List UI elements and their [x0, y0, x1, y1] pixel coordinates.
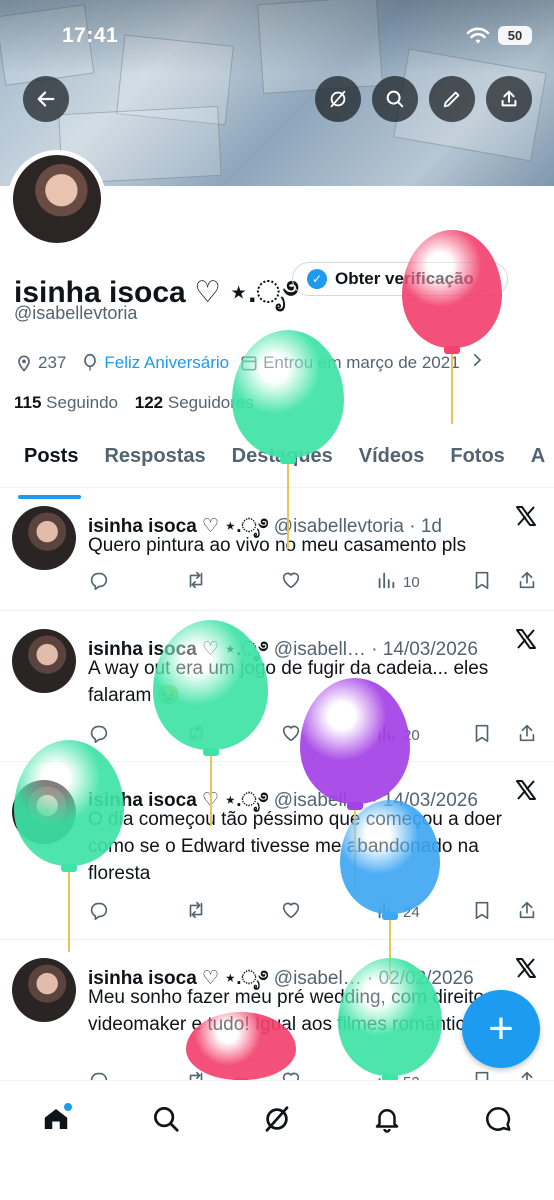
messages-icon — [486, 1107, 511, 1131]
balloon-decoration — [338, 958, 442, 1096]
pencil-icon — [443, 91, 460, 108]
bookmark-icon — [471, 722, 493, 748]
battery-indicator: 50 — [498, 26, 532, 45]
reply-icon — [88, 569, 110, 595]
heart-icon — [280, 722, 302, 748]
post-avatar[interactable] — [12, 958, 76, 1022]
search-profile-button[interactable] — [372, 76, 418, 122]
tab-replies-label: Respostas — [104, 445, 206, 467]
wifi-icon — [466, 27, 490, 43]
tab-photos[interactable]: Fotos — [437, 438, 517, 487]
post-avatar[interactable] — [12, 506, 76, 570]
repost-button[interactable] — [185, 570, 207, 594]
tab-videos-label: Vídeos — [358, 445, 425, 467]
tab-replies[interactable]: Respostas — [91, 438, 218, 487]
nav-notifications[interactable] — [369, 1101, 405, 1137]
status-time: 17:41 — [62, 24, 119, 47]
post-actions: 24 — [88, 900, 538, 924]
bell-icon — [375, 1109, 399, 1133]
birthday-link[interactable]: Feliz Aniversário — [104, 353, 229, 373]
reply-button[interactable] — [88, 570, 110, 594]
balloon-decoration — [340, 800, 440, 984]
verified-badge-icon: ✓ — [307, 269, 327, 289]
location-icon — [14, 353, 34, 373]
balloon-decoration — [153, 620, 268, 830]
compose-button[interactable]: + — [462, 990, 540, 1068]
balloon-decoration — [14, 740, 124, 956]
tab-posts[interactable]: Posts — [0, 438, 91, 499]
bookmark-button[interactable] — [471, 570, 493, 594]
nav-messages[interactable] — [480, 1101, 516, 1137]
x-logo-icon — [516, 958, 536, 978]
back-button[interactable] — [23, 76, 69, 122]
bookmark-icon — [471, 899, 493, 925]
grok-icon — [265, 1106, 289, 1132]
repost-icon — [185, 899, 207, 925]
share-icon — [516, 569, 538, 595]
nav-home[interactable] — [38, 1101, 74, 1137]
share-post-button[interactable] — [516, 900, 538, 924]
tab-videos[interactable]: Vídeos — [346, 438, 438, 487]
share-icon — [501, 90, 517, 107]
share-profile-button[interactable] — [486, 76, 532, 122]
bookmark-button[interactable] — [471, 900, 493, 924]
tab-more-label: A — [530, 445, 546, 467]
share-icon — [516, 722, 538, 748]
x-logo-icon — [516, 780, 536, 800]
home-notification-dot — [64, 1103, 72, 1111]
search-icon — [154, 1107, 179, 1132]
status-icons: 50 — [466, 26, 532, 45]
arrow-left-icon — [37, 91, 55, 107]
following-link[interactable]: 115 Seguindo — [14, 393, 118, 412]
slash-circle-icon — [330, 90, 346, 108]
search-icon — [386, 90, 404, 108]
repost-icon — [185, 569, 207, 595]
x-logo-icon — [516, 506, 536, 526]
location-text: 237 — [38, 352, 67, 372]
repost-button[interactable] — [185, 900, 207, 924]
bookmark-button[interactable] — [471, 723, 493, 747]
like-button[interactable] — [280, 723, 302, 747]
views-icon — [375, 569, 397, 595]
tab-posts-label: Posts — [24, 445, 79, 467]
balloon-icon — [80, 353, 100, 373]
balloon-decoration — [186, 1012, 296, 1090]
balloon-decoration — [402, 230, 502, 428]
followers-count: 122 — [134, 393, 164, 412]
profile-handle: @isabellevtoria — [14, 303, 138, 323]
share-icon — [516, 899, 538, 925]
like-button[interactable] — [280, 570, 302, 594]
following-count: 115 — [14, 393, 42, 412]
following-label: Seguindo — [46, 393, 119, 412]
bookmark-icon — [471, 569, 493, 595]
heart-icon — [280, 569, 302, 595]
post-avatar[interactable] — [12, 629, 76, 693]
share-post-button[interactable] — [516, 723, 538, 747]
hide-button[interactable] — [315, 76, 361, 122]
views-button[interactable]: 10 — [375, 570, 420, 594]
views-count: 10 — [403, 573, 420, 591]
edit-profile-button[interactable] — [429, 76, 475, 122]
tab-photos-label: Fotos — [450, 445, 505, 467]
share-post-button[interactable] — [516, 570, 538, 594]
tab-more[interactable]: A — [518, 438, 554, 487]
like-button[interactable] — [280, 900, 302, 924]
profile-avatar[interactable] — [8, 150, 106, 248]
follow-stats: 115 Seguindo 122 Seguidores — [14, 393, 254, 413]
nav-grok[interactable] — [259, 1101, 295, 1137]
post-actions: 10 — [88, 570, 538, 594]
bottom-navigation — [0, 1080, 554, 1200]
plus-icon: + — [488, 1004, 514, 1053]
nav-search[interactable] — [148, 1101, 184, 1137]
x-logo-icon — [516, 629, 536, 649]
heart-icon — [280, 899, 302, 925]
balloon-decoration — [232, 330, 344, 553]
